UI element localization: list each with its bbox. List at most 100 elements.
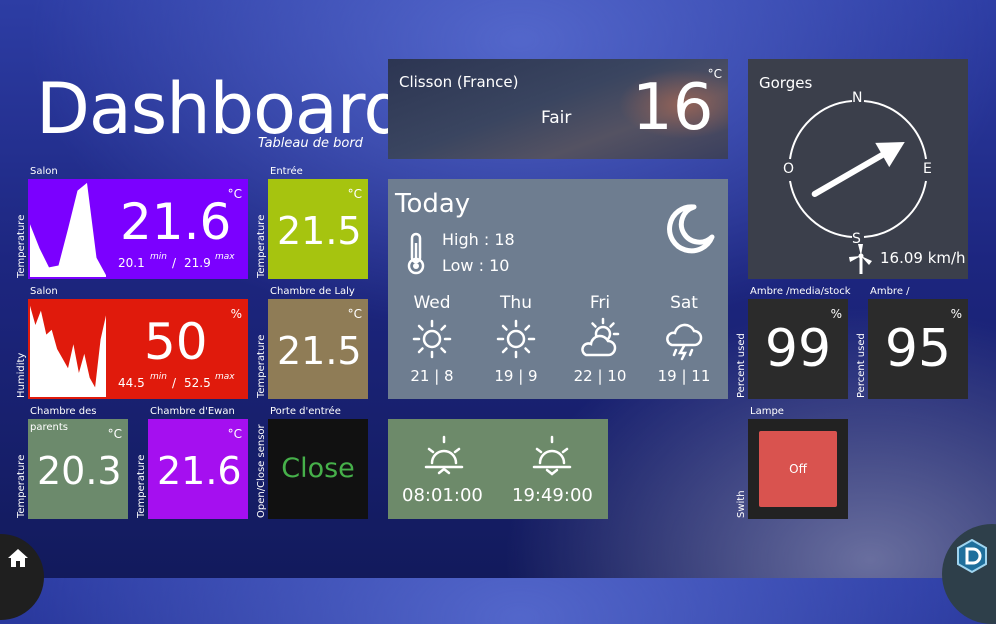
porte-state: Close — [281, 453, 355, 484]
salon-temperature-tile[interactable]: °C 21.6 20.1 min / 21.9 max — [28, 179, 248, 279]
partly-cloudy-icon — [581, 317, 620, 357]
ewan-temp-unit: °C — [227, 427, 242, 441]
forecast-day-range: 22 | 10 — [573, 367, 627, 385]
storage-2-type: Percent used — [856, 333, 867, 398]
salon-temp-value: 21.6 — [120, 193, 232, 251]
switch-tile: Off — [748, 419, 848, 519]
page-subtitle: Tableau de bord — [258, 136, 363, 151]
salon-hum-room-label: Salon — [30, 286, 58, 297]
ewan-temp-value: 21.6 — [157, 449, 242, 493]
weather-temp: 16 — [632, 71, 714, 145]
compass-east: E — [923, 161, 932, 177]
parents-type-label: Temperature — [16, 454, 27, 518]
salon-temp-sparkline — [30, 182, 106, 277]
forecast-day-fri: Fri 22 | 10 — [558, 293, 642, 385]
forecast-day-name: Wed — [413, 293, 451, 313]
compass-icon — [789, 100, 927, 238]
sun-times-tile[interactable]: 08:01:00 19:49:00 — [388, 419, 608, 519]
porte-room-label: Porte d'entrée — [270, 406, 341, 417]
salon-temp-room-label: Salon — [30, 166, 58, 177]
salon-hum-separator: / — [172, 376, 177, 390]
sunrise-icon — [424, 435, 464, 475]
salon-hum-sparkline — [30, 305, 106, 397]
wind-turbine-icon — [849, 244, 872, 274]
salon-hum-unit: % — [230, 307, 242, 321]
storage-2-value: 95 — [884, 319, 952, 379]
forecast-high: High : 18 — [442, 230, 515, 249]
forecast-day-thu: Thu 19 | 9 — [474, 293, 558, 385]
home-icon — [8, 549, 28, 567]
laly-temperature-tile[interactable]: °C 21.5 — [268, 299, 368, 399]
parents-temp-unit: °C — [107, 427, 122, 441]
storage-2-label: Ambre / — [870, 286, 910, 297]
salon-hum-min-label: min — [150, 372, 167, 382]
entree-type-label: Temperature — [256, 214, 267, 278]
salon-temp-type-label: Temperature — [16, 214, 27, 278]
entree-temperature-tile[interactable]: °C 21.5 — [268, 179, 368, 279]
home-button[interactable] — [0, 534, 44, 620]
forecast-day-name: Fri — [589, 293, 611, 313]
sunset-time: 19:49:00 — [512, 485, 593, 506]
ewan-room-label: Chambre d'Ewan — [150, 406, 235, 417]
sunrise-time: 08:01:00 — [402, 485, 483, 506]
forecast-day-range: 21 | 8 — [410, 367, 454, 385]
porte-type-label: Open/Close sensor — [256, 424, 267, 518]
storage-1-value: 99 — [764, 319, 832, 379]
storm-icon — [666, 323, 703, 361]
laly-temp-unit: °C — [347, 307, 362, 321]
salon-hum-max-label: max — [215, 372, 235, 382]
salon-hum-min: 44.5 — [118, 376, 145, 390]
domoticz-button[interactable] — [942, 524, 996, 624]
salon-temp-separator: / — [172, 256, 177, 270]
forecast-day-name: Sat — [670, 293, 698, 313]
salon-temp-max-label: max — [215, 252, 235, 262]
porte-sensor-tile[interactable]: Close — [268, 419, 368, 519]
weather-condition: Fair — [541, 108, 572, 128]
forecast-day-range: 19 | 9 — [494, 367, 538, 385]
parents-room-label-2: parents — [30, 422, 68, 433]
entree-room-label: Entrée — [270, 166, 303, 177]
switch-label: Lampe — [750, 406, 784, 417]
storage-1-type: Percent used — [736, 333, 747, 398]
entree-temp-unit: °C — [347, 187, 362, 201]
salon-temp-max: 21.9 — [184, 256, 211, 270]
ewan-temperature-tile[interactable]: °C 21.6 — [148, 419, 248, 519]
parents-temperature-tile[interactable]: parents °C 20.3 — [28, 419, 128, 519]
weather-temp-unit: °C — [707, 67, 722, 81]
laly-temp-value: 21.5 — [277, 329, 362, 373]
forecast-day-wed: Wed 21 | 8 — [390, 293, 474, 385]
storage-media-tile[interactable]: % 99 — [748, 299, 848, 399]
thermometer-icon — [407, 232, 425, 275]
salon-hum-max: 52.5 — [184, 376, 211, 390]
storage-root-tile[interactable]: % 95 — [868, 299, 968, 399]
forecast-low: Low : 10 — [442, 256, 510, 275]
weather-now-tile[interactable]: Clisson (France) Fair 16 °C — [388, 59, 728, 159]
sun-icon — [412, 319, 452, 359]
salon-hum-value: 50 — [144, 313, 208, 371]
laly-room-label: Chambre de Laly — [270, 286, 355, 297]
ewan-type-label: Temperature — [136, 454, 147, 518]
forecast-day-sat: Sat 19 | 11 — [642, 293, 726, 385]
forecast-tile[interactable]: Today High : 18 Low : 10 Wed 21 | 8 Thu — [388, 179, 728, 399]
wind-speed: 16.09 km/h — [880, 249, 966, 267]
lamp-toggle-button[interactable]: Off — [759, 431, 837, 507]
sunset-icon — [532, 435, 572, 476]
parents-temp-value: 20.3 — [37, 449, 122, 493]
domoticz-logo-icon — [957, 539, 987, 573]
forecast-title: Today — [395, 189, 471, 219]
sun-icon — [496, 319, 536, 359]
switch-type: Swith — [736, 490, 747, 518]
compass-west: O — [783, 161, 795, 177]
weather-city: Clisson (France) — [399, 73, 519, 91]
salon-hum-type-label: Humidity — [16, 352, 27, 398]
entree-temp-value: 21.5 — [277, 209, 362, 253]
moon-icon — [667, 204, 715, 254]
storage-1-label: Ambre /media/stock — [750, 286, 851, 297]
salon-humidity-tile[interactable]: % 50 44.5 min / 52.5 max — [28, 299, 248, 399]
forecast-day-name: Thu — [500, 293, 532, 313]
forecast-day-range: 19 | 11 — [657, 367, 711, 385]
salon-temp-min: 20.1 — [118, 256, 145, 270]
parents-room-label-1: Chambre des — [30, 406, 97, 417]
compass-north: N — [852, 90, 863, 106]
wind-tile[interactable]: Gorges N E S O 16.09 km/h — [748, 59, 968, 279]
